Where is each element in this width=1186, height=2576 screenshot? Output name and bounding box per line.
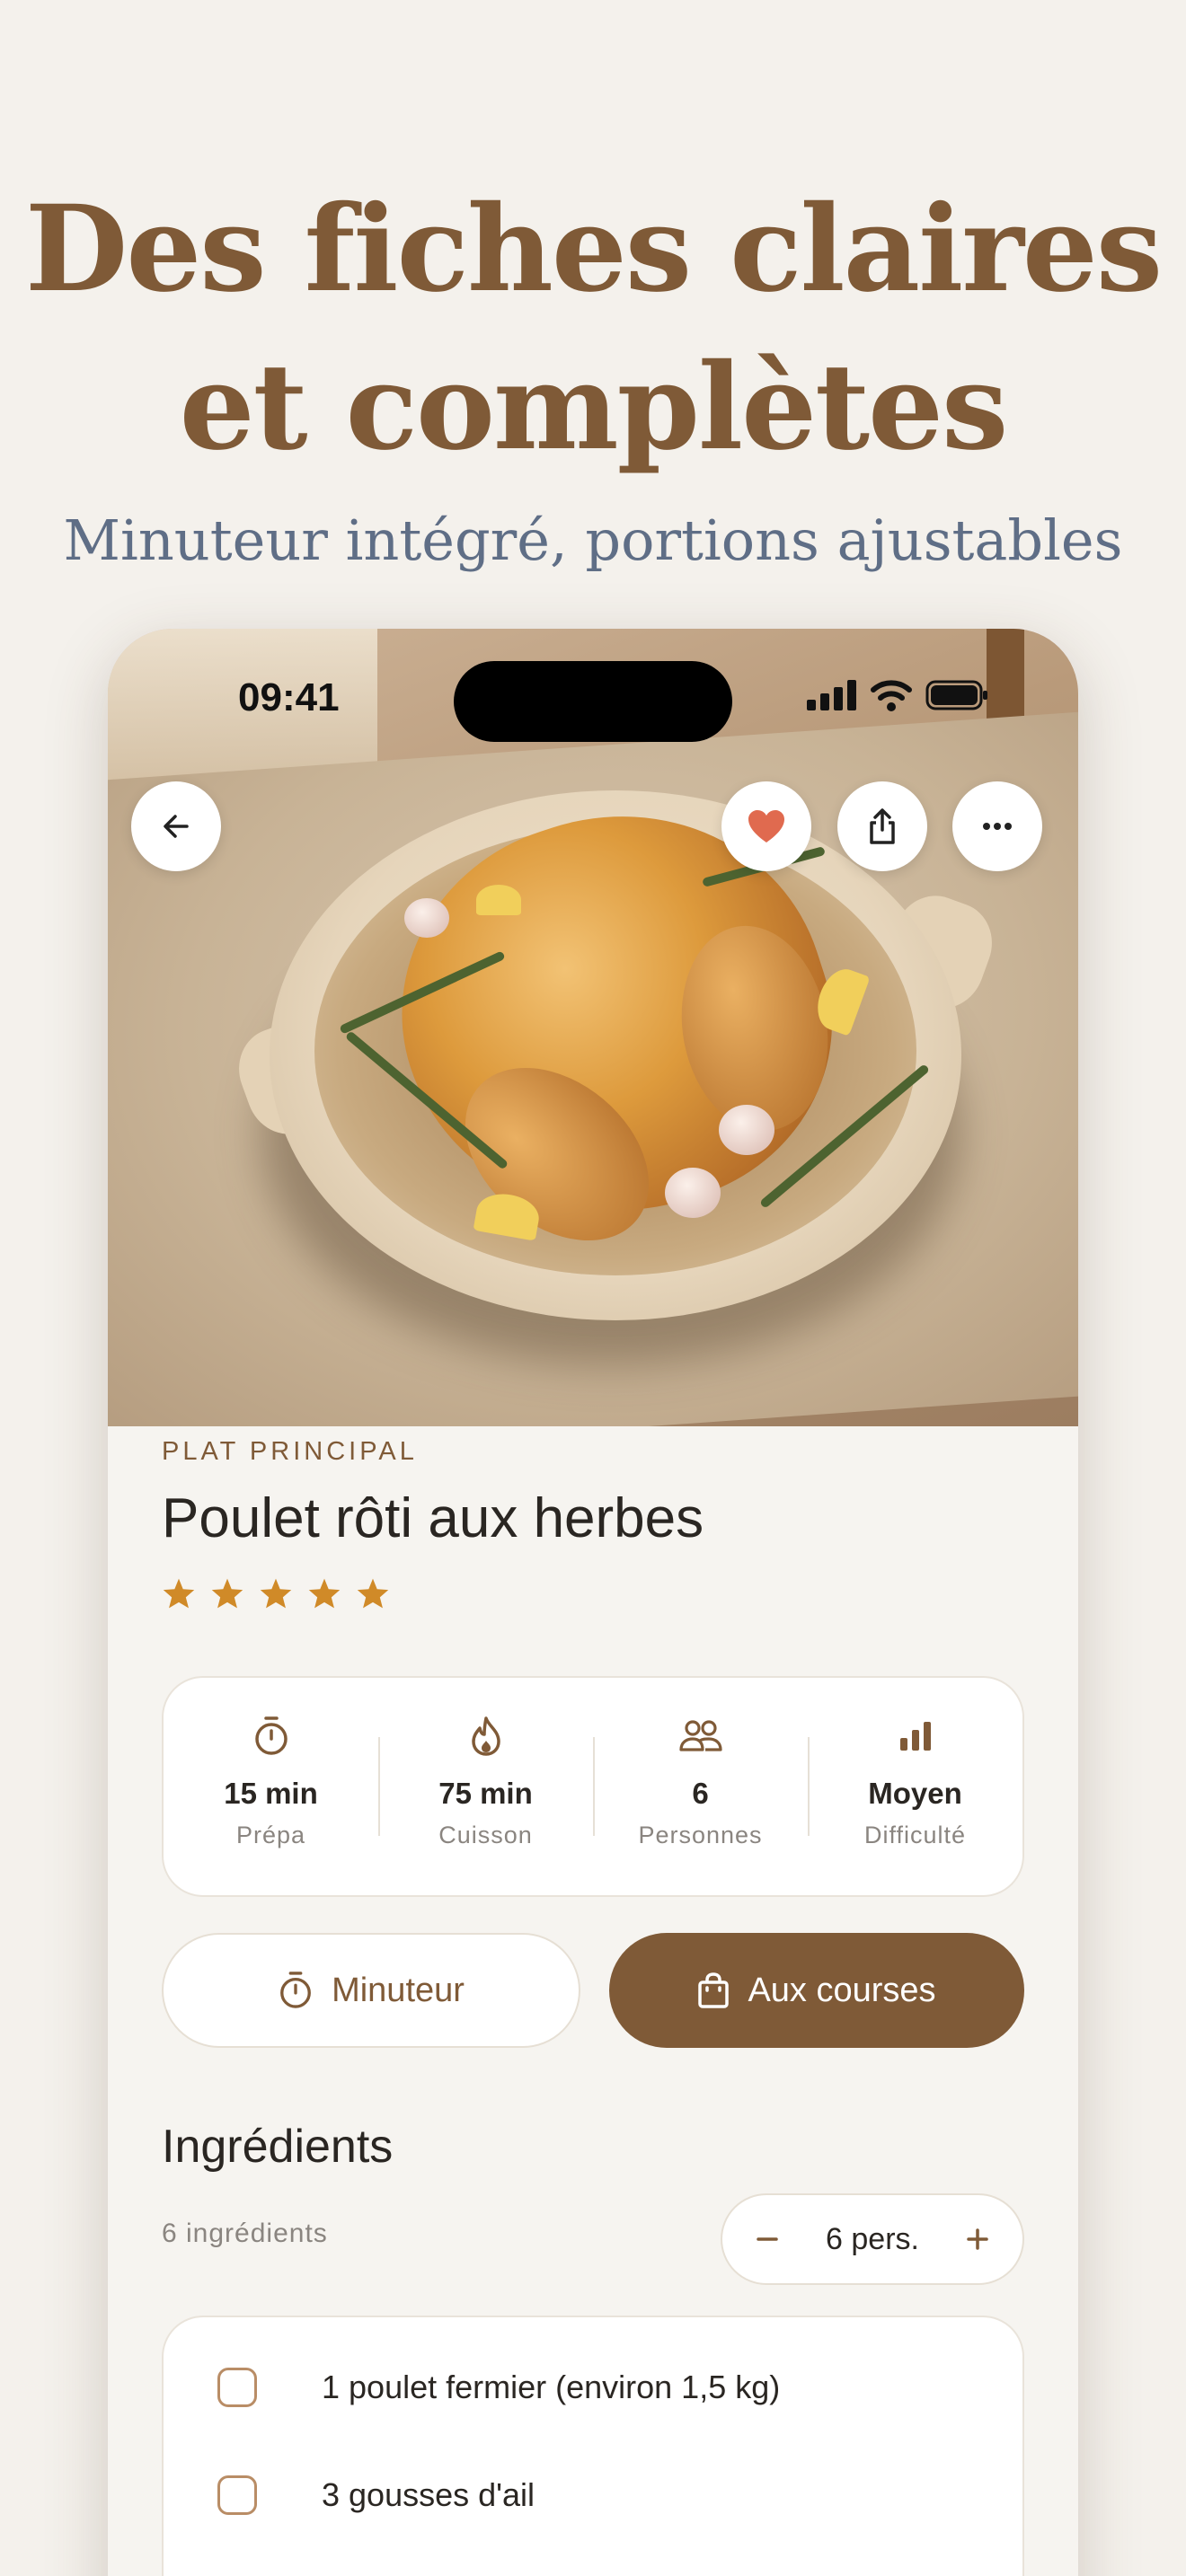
stat-servings: 6 Personnes	[593, 1678, 808, 1895]
ingredients-list: 1 poulet fermier (environ 1,5 kg) 3 gous…	[162, 2316, 1024, 2576]
status-time: 09:41	[238, 675, 340, 719]
wifi-icon	[871, 680, 912, 711]
status-icons	[807, 679, 988, 711]
star-icon	[260, 1578, 292, 1609]
recipe-title: Poulet rôti aux herbes	[162, 1487, 704, 1549]
stat-value: Moyen	[868, 1777, 962, 1810]
stat-label: Prépa	[235, 1822, 306, 1848]
rating-stars	[162, 1577, 390, 1610]
timer-button-label: Minuteur	[332, 1971, 465, 2009]
stat-cook: 75 min Cuisson	[378, 1678, 593, 1895]
phone-frame: 09:41 PLAT PRINCIPAL Poulet rôti aux her…	[108, 629, 1078, 2576]
recipe-stats-card: 15 min Prépa 75 min Cuisson 6 Personnes …	[162, 1676, 1024, 1897]
star-icon	[211, 1578, 243, 1609]
share-icon	[870, 808, 895, 844]
stat-value: 75 min	[438, 1777, 533, 1810]
battery-icon	[925, 680, 987, 710]
stat-prep: 15 min Prépa	[164, 1678, 378, 1895]
signal-icon	[807, 680, 856, 710]
arrow-left-icon	[164, 815, 189, 838]
stat-label: Personnes	[638, 1822, 763, 1848]
back-button[interactable]	[131, 781, 221, 871]
star-icon	[308, 1578, 341, 1609]
shopping-button-label: Aux courses	[748, 1971, 936, 2009]
action-buttons: Minuteur Aux courses	[162, 1933, 1024, 2048]
servings-stepper: 6 pers.	[721, 2193, 1024, 2285]
marketing-headline: Des fiches claires et complètes	[0, 171, 1186, 487]
ellipsis-icon	[983, 823, 1012, 830]
minus-icon	[757, 2237, 778, 2241]
increase-servings-button[interactable]	[965, 2219, 990, 2259]
stat-label: Cuisson	[438, 1822, 533, 1848]
flame-icon	[471, 1716, 500, 1756]
decrease-servings-button[interactable]	[755, 2219, 780, 2259]
star-icon	[163, 1578, 195, 1609]
timer-icon	[280, 1972, 311, 2008]
marketing-subheadline: Minuteur intégré, portions ajustables	[63, 507, 1123, 573]
ingredient-text: 1 poulet fermier (environ 1,5 kg)	[322, 2369, 781, 2405]
shopping-bag-icon	[698, 1972, 730, 2008]
star-icon	[357, 1578, 389, 1609]
ingredients-title: Ingrédients	[162, 2121, 394, 2173]
ingredient-checkbox[interactable]	[217, 2368, 257, 2407]
favorite-button[interactable]	[721, 781, 811, 871]
stat-label: Difficulté	[863, 1822, 967, 1848]
add-to-shopping-button[interactable]: Aux courses	[609, 1933, 1024, 2048]
bars-icon	[899, 1722, 931, 1751]
ingredient-item[interactable]: 3 gousses d'ail	[164, 2459, 1026, 2531]
recipe-hero-image	[108, 629, 1078, 1426]
plus-icon	[967, 2228, 988, 2250]
stat-difficulty: Moyen Difficulté	[808, 1678, 1022, 1895]
ingredient-text: 3 gousses d'ail	[322, 2476, 535, 2513]
recipe-category: PLAT PRINCIPAL	[162, 1437, 418, 1466]
app-store-screenshot: Des fiches claires et complètes Minuteur…	[0, 0, 1186, 2576]
people-icon	[678, 1720, 722, 1751]
ingredient-checkbox[interactable]	[217, 2475, 257, 2515]
timer-button[interactable]: Minuteur	[162, 1933, 580, 2048]
stat-value: 6	[692, 1777, 709, 1810]
heart-icon	[748, 810, 784, 842]
servings-value: 6 pers.	[826, 2221, 919, 2256]
headline-line-1: Des fiches claires	[24, 180, 1163, 319]
headline-line-2: et complètes	[179, 338, 1009, 477]
ingredient-item[interactable]	[164, 2567, 1026, 2576]
dynamic-island	[454, 661, 732, 742]
timer-icon	[254, 1716, 288, 1755]
stat-value: 15 min	[224, 1777, 318, 1810]
more-button[interactable]	[952, 781, 1042, 871]
share-button[interactable]	[837, 781, 927, 871]
ingredient-item[interactable]: 1 poulet fermier (environ 1,5 kg)	[164, 2351, 1026, 2423]
ingredients-count: 6 ingrédients	[162, 2219, 328, 2248]
